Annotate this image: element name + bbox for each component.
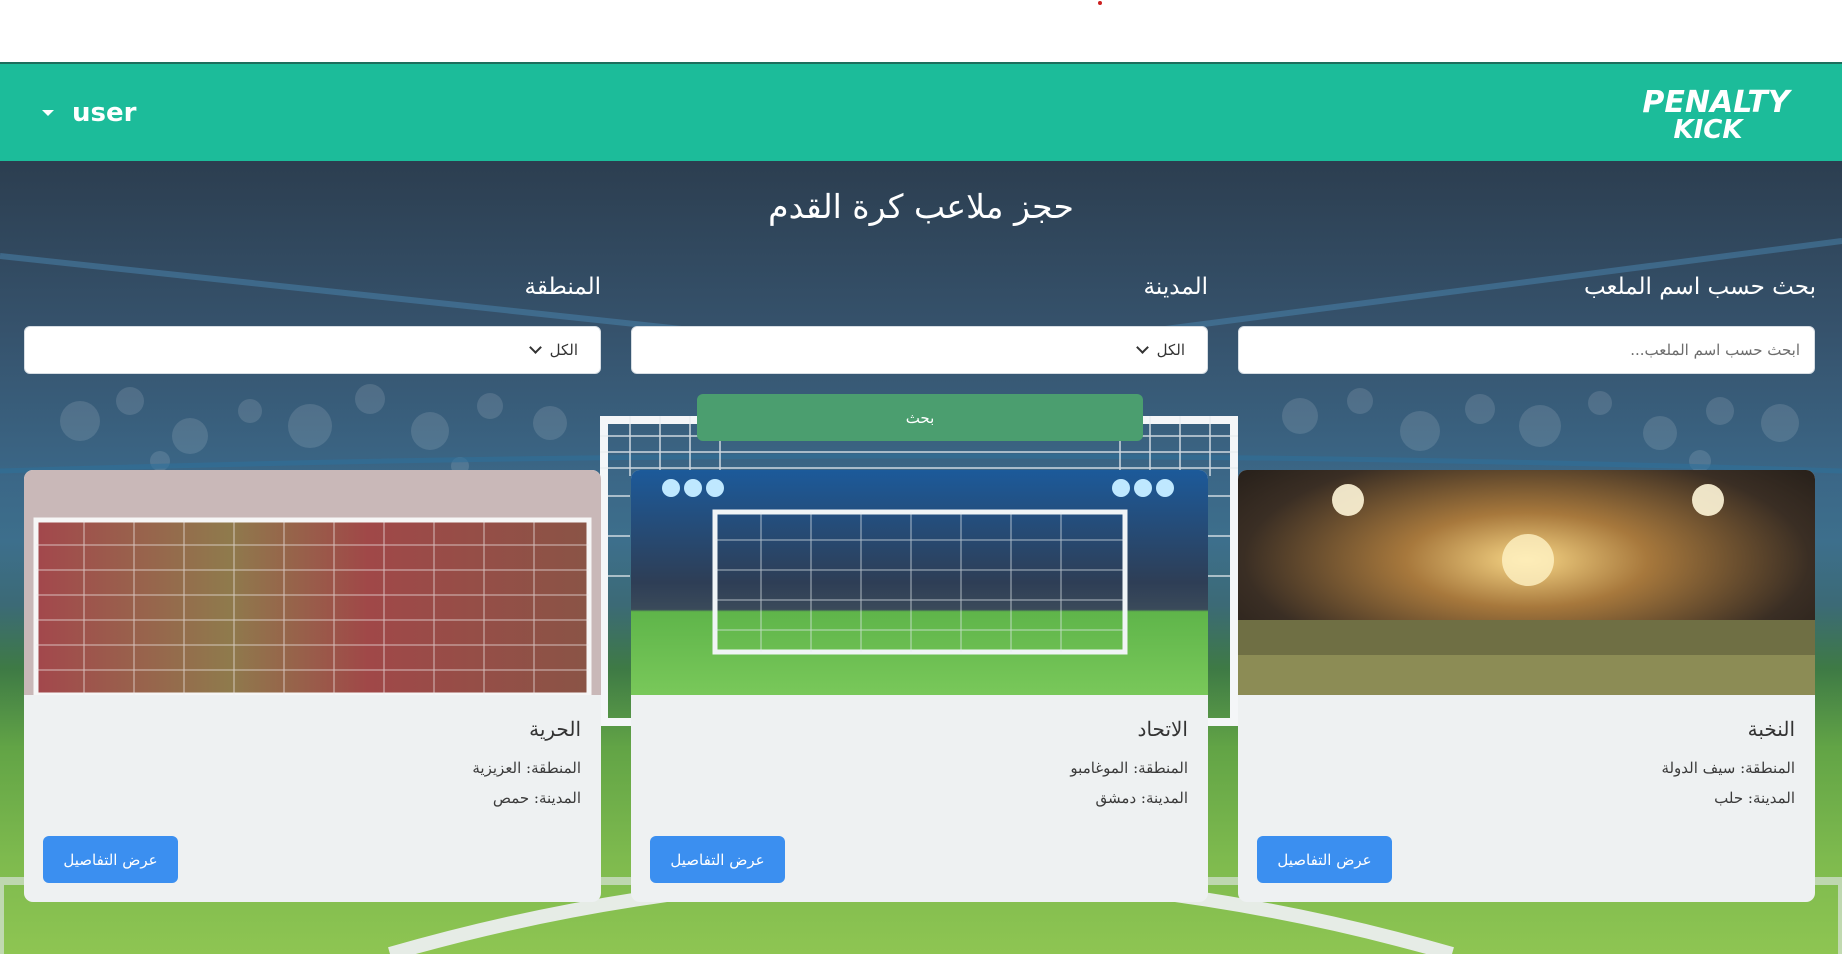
- view-details-button[interactable]: عرض التفاصيل: [650, 836, 785, 883]
- city-select[interactable]: الكل: [631, 326, 1208, 374]
- user-name: user: [72, 98, 137, 128]
- hero-section: حجز ملاعب كرة القدم بحث حسب اسم الملعب ا…: [0, 161, 1842, 954]
- search-button[interactable]: بحث: [697, 394, 1143, 441]
- card-area: المنطقة: سيف الدولة: [1661, 759, 1795, 777]
- card-city: المدينة: حمص: [492, 789, 581, 807]
- indicator-dot: [1098, 1, 1102, 5]
- card-title: الحرية: [529, 717, 581, 741]
- card-title: النخبة: [1747, 717, 1795, 741]
- card-area: المنطقة: الموغامبو: [1070, 759, 1188, 777]
- card-area: المنطقة: العزيزية: [472, 759, 581, 777]
- area-select[interactable]: الكل: [24, 326, 601, 374]
- name-search-field: [1238, 326, 1815, 374]
- page-title: حجز ملاعب كرة القدم: [768, 187, 1074, 226]
- view-details-button[interactable]: عرض التفاصيل: [43, 836, 178, 883]
- stadium-card: النخبة المنطقة: سيف الدولة المدينة: حلب …: [1238, 470, 1815, 902]
- stadium-image: [24, 470, 601, 695]
- name-search-label: بحث حسب اسم الملعب: [1583, 274, 1816, 300]
- caret-down-icon: [42, 110, 54, 116]
- card-city: المدينة: دمشق: [1095, 789, 1188, 807]
- navbar: user PENALTY KICK: [0, 62, 1842, 161]
- view-details-button[interactable]: عرض التفاصيل: [1257, 836, 1392, 883]
- area-label: المنطقة: [524, 274, 601, 300]
- card-city: المدينة: حلب: [1714, 789, 1795, 807]
- browser-top-strip: [0, 0, 1842, 62]
- stadium-card: الاتحاد المنطقة: الموغامبو المدينة: دمشق…: [631, 470, 1208, 902]
- city-select-value: الكل: [1156, 341, 1185, 359]
- area-select-value: الكل: [549, 341, 578, 359]
- name-search-input[interactable]: [1239, 327, 1814, 373]
- card-title: الاتحاد: [1137, 717, 1188, 741]
- stadium-image: [631, 470, 1208, 695]
- chevron-down-icon: [1135, 341, 1149, 354]
- penalty-kick-logo[interactable]: PENALTY KICK: [1626, 82, 1806, 144]
- city-label: المدينة: [1143, 274, 1208, 300]
- chevron-down-icon: [528, 341, 542, 354]
- stadium-card: الحرية المنطقة: العزيزية المدينة: حمص عر…: [24, 470, 601, 902]
- logo-text-line2: KICK: [1673, 115, 1744, 144]
- stadium-image: [1238, 470, 1815, 695]
- user-menu-toggle[interactable]: user: [42, 98, 136, 128]
